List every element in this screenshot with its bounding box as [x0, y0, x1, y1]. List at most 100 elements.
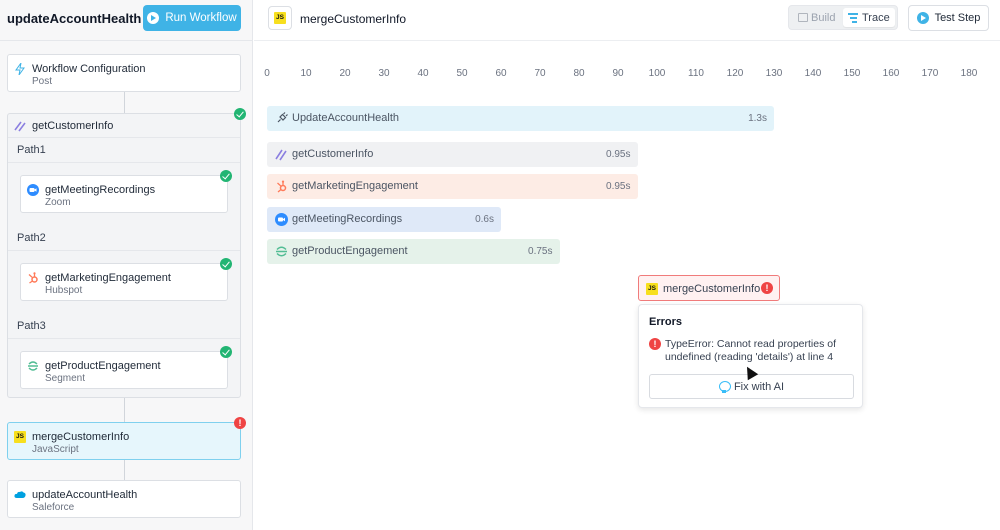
branch-group-header[interactable]: getCustomerInfo — [8, 114, 240, 138]
run-workflow-button[interactable]: Run Workflow — [143, 5, 241, 31]
trace-icon — [848, 13, 858, 23]
hubspot-icon — [277, 180, 287, 193]
success-check-icon — [220, 170, 232, 182]
run-workflow-label: Run Workflow — [165, 12, 237, 24]
trace-bar[interactable]: getMeetingRecordings 0.6s — [267, 207, 501, 232]
path-label: Path2 — [17, 232, 46, 244]
card-subtitle: Zoom — [45, 197, 71, 208]
axis-tick-label: 0 — [264, 68, 270, 79]
card-title: getMeetingRecordings — [45, 184, 156, 196]
card-subtitle: Saleforce — [32, 502, 75, 513]
error-node-label: mergeCustomerInfo — [663, 283, 761, 295]
divider — [8, 338, 240, 339]
branch-group-card[interactable]: getCustomerInfo Path1 getMeetingRecordin… — [7, 113, 241, 398]
divider — [8, 250, 240, 251]
step-card-mergecustomerinfo[interactable]: JS mergeCustomerInfo JavaScript — [7, 422, 241, 460]
error-alert-icon: ! — [649, 338, 661, 350]
test-step-button[interactable]: Test Step — [908, 5, 989, 31]
success-check-icon — [234, 108, 246, 120]
plug-icon — [277, 112, 288, 123]
workflow-sidebar: updateAccountHealth Run Workflow Workflo… — [0, 0, 253, 530]
build-tab-label: Build — [811, 11, 836, 24]
axis-tick-label: 160 — [882, 68, 900, 79]
lightning-icon — [15, 63, 25, 75]
trace-bar-label: getProductEngagement — [292, 245, 408, 257]
trace-bar[interactable]: getProductEngagement 0.75s — [267, 239, 560, 264]
axis-tick-label: 70 — [534, 68, 546, 79]
trace-bar[interactable]: getCustomerInfo 0.95s — [267, 142, 638, 167]
build-tab[interactable]: Build — [795, 8, 841, 27]
divider — [0, 40, 253, 41]
javascript-icon: JS — [646, 283, 658, 295]
trace-bar-duration: 0.6s — [475, 214, 494, 225]
play-icon — [916, 12, 929, 24]
segment-icon — [276, 246, 287, 257]
step-card-getmarketingengagement[interactable]: getMarketingEngagement Hubspot — [20, 263, 228, 301]
axis-tick-label: 100 — [648, 68, 666, 79]
code-icon — [798, 13, 808, 22]
card-subtitle: Post — [32, 76, 53, 87]
trace-tab-label: Trace — [862, 11, 890, 24]
axis-tick-label: 180 — [960, 68, 978, 79]
view-toggle: Build Trace — [788, 5, 898, 30]
lightbulb-icon — [718, 380, 731, 393]
axis-tick-label: 110 — [688, 68, 704, 79]
zoom-icon — [27, 184, 39, 196]
axis-tick-label: 140 — [804, 68, 822, 79]
trace-bar-label: getCustomerInfo — [292, 148, 374, 160]
paths-icon — [275, 149, 287, 161]
success-check-icon — [220, 258, 232, 270]
card-subtitle: Segment — [45, 373, 86, 384]
path-label: Path1 — [17, 144, 46, 156]
trace-bar-duration: 0.95s — [606, 149, 631, 160]
trace-bar[interactable]: getMarketingEngagement 0.95s — [267, 174, 638, 199]
axis-tick-label: 120 — [726, 68, 744, 79]
axis-tick-label: 80 — [573, 68, 585, 79]
success-check-icon — [220, 346, 232, 358]
paths-icon — [14, 121, 26, 132]
axis-tick-label: 90 — [612, 68, 624, 79]
step-card-getmeetingrecordings[interactable]: getMeetingRecordings Zoom — [20, 175, 228, 213]
axis-tick-label: 170 — [921, 68, 939, 79]
connector-line — [124, 460, 125, 480]
trace-tab[interactable]: Trace — [843, 8, 895, 27]
trace-bar-duration: 0.95s — [606, 181, 631, 192]
trace-bar[interactable]: UpdateAccountHealth 1.3s — [267, 106, 774, 131]
trace-bar-duration: 0.75s — [528, 246, 553, 257]
trace-bar-duration: 1.3s — [748, 113, 767, 124]
axis-tick-label: 50 — [456, 68, 468, 79]
workflow-configuration-card[interactable]: Workflow Configuration Post — [7, 54, 241, 92]
segment-icon — [28, 361, 38, 371]
javascript-icon: JS — [274, 12, 286, 24]
test-step-label: Test Step — [934, 12, 981, 24]
trace-bar-label: UpdateAccountHealth — [292, 112, 400, 124]
step-card-getproductengagement[interactable]: getProductEngagement Segment — [20, 351, 228, 389]
step-title: mergeCustomerInfo — [300, 12, 407, 26]
workflow-title: updateAccountHealth — [7, 11, 142, 26]
card-title: updateAccountHealth — [32, 489, 138, 501]
trace-bar-label: getMeetingRecordings — [292, 213, 403, 225]
connector-line — [124, 92, 125, 113]
card-title: getProductEngagement — [45, 360, 161, 372]
trace-bar-label: getMarketingEngagement — [292, 180, 418, 192]
step-file-icon: JS — [268, 6, 292, 30]
group-title: getCustomerInfo — [32, 120, 114, 132]
axis-tick-label: 60 — [495, 68, 507, 79]
timeline-axis: 0 10 20 30 40 50 60 70 80 90 100 110 120 130 140 150 160… — [254, 60, 1000, 90]
error-alert-icon: ! — [761, 282, 773, 294]
errors-popover: Errors ! TypeError: Cannot read properti… — [638, 304, 863, 408]
error-message: TypeError: Cannot read properties of und… — [665, 338, 837, 363]
card-subtitle: JavaScript — [32, 444, 79, 455]
connector-line — [124, 398, 125, 422]
fix-with-ai-label: Fix with AI — [733, 380, 785, 393]
divider — [254, 40, 1000, 41]
error-step-node[interactable]: JS mergeCustomerInfo ! — [638, 275, 780, 301]
errors-heading: Errors — [649, 316, 683, 328]
step-card-updateaccounthealth[interactable]: updateAccountHealth Saleforce — [7, 480, 241, 518]
salesforce-cloud-icon — [14, 491, 26, 498]
play-icon — [147, 12, 160, 24]
axis-tick-label: 40 — [417, 68, 429, 79]
axis-tick-label: 130 — [765, 68, 783, 79]
hubspot-icon — [28, 272, 38, 284]
javascript-icon: JS — [14, 431, 26, 443]
